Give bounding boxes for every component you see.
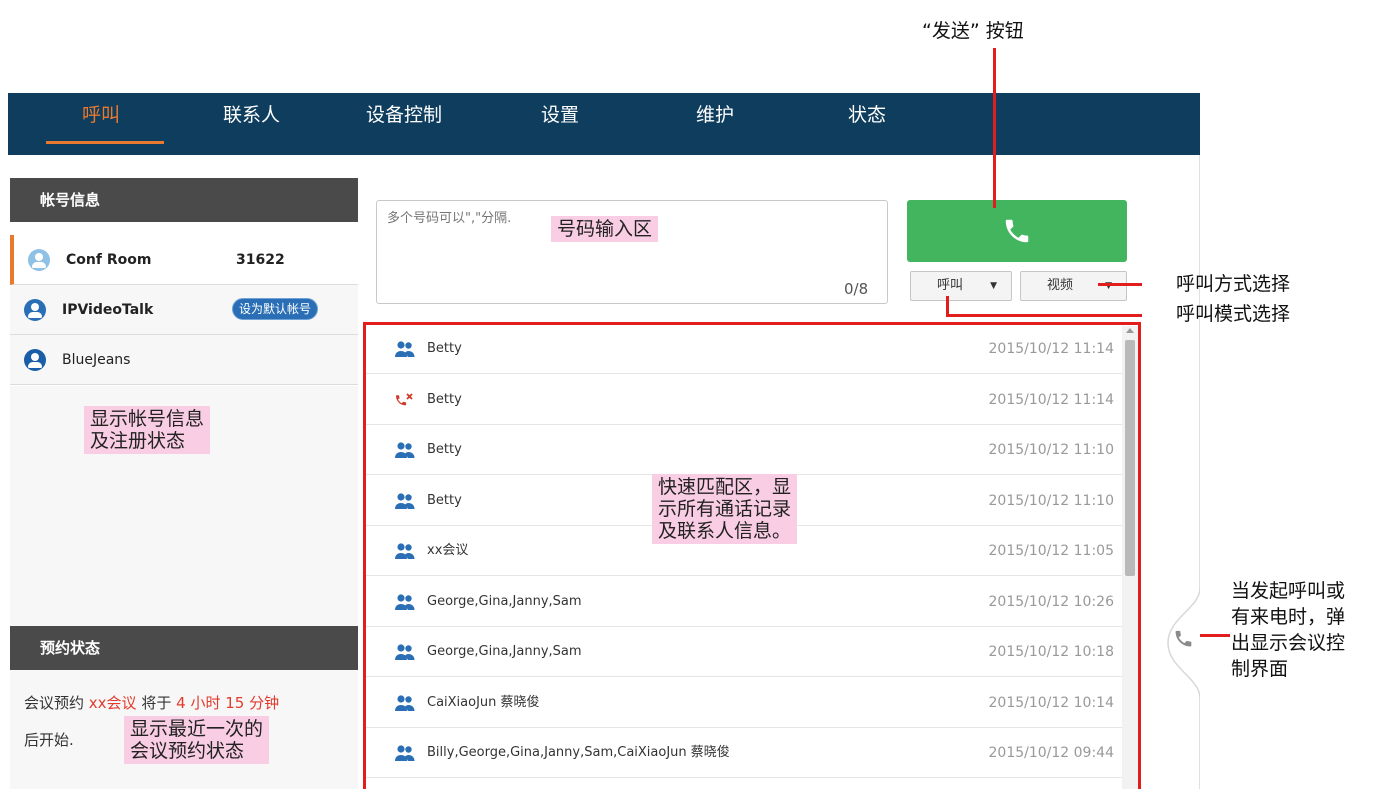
annotation-line-text: 有来电时，弹 [1231, 606, 1346, 628]
annotation-send-button: “发送” 按钮 [922, 20, 1024, 42]
phone-icon [1005, 219, 1029, 243]
annotation-line-text: 当发起呼叫或 [1231, 580, 1346, 602]
conference-control-handle[interactable] [1160, 588, 1200, 698]
annotation-account-info: 显示帐号信息 及注册状态 [84, 406, 211, 454]
annotation-line-text: 会议预约状态 [130, 740, 245, 762]
tab-status[interactable]: 状态 [848, 93, 886, 155]
annotation-popup-control: 当发起呼叫或 有来电时，弹 出显示会议控 制界面 [1231, 578, 1345, 682]
annotation-line [993, 48, 996, 208]
booking-panel-title: 预约状态 [10, 626, 358, 670]
annotation-line-text: 快速匹配区，显 [658, 476, 792, 498]
call-type-select[interactable]: 视频 ▼ [1020, 271, 1127, 301]
annotation-line-text: 及注册状态 [90, 430, 186, 452]
account-item-bluejeans[interactable]: BlueJeans [10, 335, 358, 385]
account-item-conf-room[interactable]: Conf Room 31622 [10, 235, 358, 285]
annotation-line-text: 制界面 [1231, 658, 1289, 680]
booking-meeting-name[interactable]: xx会议 [89, 694, 137, 712]
tab-settings[interactable]: 设置 [541, 93, 579, 155]
annotation-line-text: 示所有通话记录 [658, 498, 792, 520]
user-avatar-icon [24, 299, 46, 321]
annotation-line [1098, 283, 1142, 286]
account-name: Conf Room [66, 252, 152, 268]
top-nav: 呼叫 联系人 设备控制 设置 维护 状态 [8, 93, 1200, 155]
account-name: BlueJeans [62, 352, 131, 368]
booking-mid: 将于 [141, 694, 172, 712]
active-tab-indicator [46, 141, 164, 144]
send-call-button[interactable] [907, 200, 1127, 262]
booking-countdown: 4 小时 15 分钟 [176, 694, 280, 712]
annotation-line-text: 及联系人信息。 [658, 520, 792, 542]
set-default-account-button[interactable]: 设为默认帐号 [232, 298, 319, 320]
tab-contacts[interactable]: 联系人 [223, 93, 280, 155]
booking-status-text: 会议预约 xx会议 将于 4 小时 15 分钟 [24, 692, 279, 713]
annotation-line-text: 出显示会议控 [1231, 632, 1346, 654]
annotation-call-type-select: 呼叫方式选择 [1176, 273, 1291, 295]
annotation-line-text: 显示帐号信息 [90, 408, 205, 430]
annotation-line [946, 314, 1142, 317]
annotation-recent-booking: 显示最近一次的 会议预约状态 [124, 716, 270, 764]
chevron-down-icon: ▼ [1105, 281, 1112, 291]
account-number: 31622 [236, 252, 285, 268]
booking-suffix: 后开始. [24, 731, 74, 749]
user-avatar-icon [24, 349, 46, 371]
booking-prefix: 会议预约 [24, 694, 85, 712]
annotation-line [1200, 634, 1230, 637]
annotation-call-mode-select: 呼叫模式选择 [1176, 303, 1291, 325]
tab-call[interactable]: 呼叫 [82, 93, 120, 155]
number-counter: 0/8 [844, 280, 869, 298]
annotation-number-input: 号码输入区 [551, 216, 659, 242]
quick-match-highlight [363, 322, 1141, 789]
annotation-quick-match: 快速匹配区，显 示所有通话记录 及联系人信息。 [652, 474, 798, 544]
annotation-line-text: 显示最近一次的 [130, 718, 264, 740]
user-avatar-icon [28, 249, 50, 271]
screen: 呼叫 联系人 设备控制 设置 维护 状态 帐号信息 Conf Room 3162… [0, 0, 1376, 789]
tab-maintenance[interactable]: 维护 [696, 93, 734, 155]
call-type-label: 视频 [1047, 278, 1074, 293]
tab-device-control[interactable]: 设备控制 [366, 93, 442, 155]
call-mode-select[interactable]: 呼叫 ▼ [910, 271, 1012, 301]
account-name: IPVideoTalk [62, 302, 154, 318]
chevron-down-icon: ▼ [990, 281, 997, 291]
call-mode-label: 呼叫 [937, 278, 964, 293]
account-panel-title: 帐号信息 [10, 178, 358, 222]
account-item-ipvideotalk[interactable]: IPVideoTalk 设为默认帐号 [10, 285, 358, 335]
